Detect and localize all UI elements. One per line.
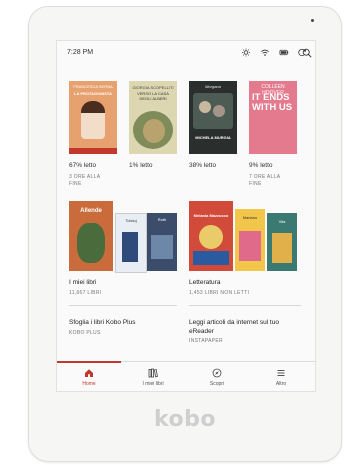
cover-author: Vita — [278, 219, 286, 224]
tab-label: I miei libri — [142, 381, 164, 387]
book-cover: Roth — [147, 213, 177, 271]
cover-author: Tolstoj — [125, 218, 137, 223]
promo-subtitle: INSTAPAPER — [189, 338, 223, 344]
book-cover: Melania Mazzucco — [189, 201, 233, 271]
cover-author: Morgana — [205, 84, 221, 89]
book-cover: Mariano — [235, 209, 265, 271]
status-bar: 7:28 PM — [57, 41, 315, 63]
tab-bar: Home I miei libri Scopri Altro — [57, 361, 315, 391]
divider — [69, 305, 177, 306]
reading-progress: 1% letto — [129, 162, 153, 169]
compass-icon — [212, 368, 222, 378]
collection-title: I miei libri — [69, 279, 97, 286]
ereader-device: 7:28 PM FRANCESCA SERNA LA PROTAGONISTA … — [28, 6, 342, 462]
wifi-icon[interactable] — [260, 48, 270, 57]
cover-author: Mariano — [242, 215, 258, 220]
cover-author: Roth — [157, 217, 167, 222]
book-cover: Vita — [267, 213, 297, 271]
cover-title: MICHELA MURGIA — [195, 135, 231, 140]
collection-title: Letteratura — [189, 279, 221, 286]
books-icon — [148, 368, 158, 378]
divider — [189, 305, 301, 306]
screen: 7:28 PM FRANCESCA SERNA LA PROTAGONISTA … — [56, 40, 316, 392]
book-cover[interactable]: GIORGIA SCOPELLITI VERSO LA CASA DEGLI A… — [129, 81, 177, 154]
book-cover[interactable]: FRANCESCA SERNA LA PROTAGONISTA — [69, 81, 117, 154]
promo-subtitle: KOBO PLUS — [69, 330, 101, 336]
book-cover[interactable]: COLLEEN HOOVER IT ENDS WITH US — [249, 81, 297, 154]
promo-title: Leggi articoli da internet sul tuo eRead… — [189, 319, 279, 335]
collection-count: 1,453 LIBRI NON LETTI — [189, 290, 250, 296]
cover-title: VERSO LA CASA DEGLI ALBERI — [137, 91, 169, 101]
tab-label: Home — [82, 381, 96, 387]
brightness-icon[interactable] — [241, 48, 251, 57]
tab-discover[interactable]: Scopri — [185, 362, 249, 391]
cover-author: Allende — [80, 208, 102, 214]
reading-progress: 67% letto — [69, 162, 97, 169]
search-icon[interactable] — [302, 48, 312, 58]
battery-icon[interactable] — [279, 48, 289, 57]
tab-label: Scopri — [209, 381, 225, 387]
home-icon — [85, 369, 93, 377]
reading-progress: 9% letto — [249, 162, 273, 169]
cover-title: LA PROTAGONISTA — [74, 91, 112, 96]
tab-home[interactable]: Home — [57, 361, 121, 391]
cover-author: Melania Mazzucco — [193, 213, 229, 218]
promo-title: Sfoglia i libri Kobo Plus — [69, 319, 136, 326]
book-cover: Tolstoj — [115, 213, 147, 273]
tab-my-books[interactable]: I miei libri — [121, 362, 185, 391]
book-cover: Allende — [69, 201, 113, 271]
menu-icon — [277, 370, 285, 376]
tab-more[interactable]: Altro — [249, 362, 313, 391]
cover-author: GIORGIA SCOPELLITI — [132, 85, 174, 90]
tab-label: Altro — [275, 381, 287, 387]
brand-logo: kobo — [153, 407, 217, 432]
cover-title: IT ENDS WITH US — [252, 92, 293, 113]
light-sensor — [311, 19, 314, 22]
collection-count: 11,667 LIBRI — [69, 290, 102, 296]
cover-author: FRANCESCA SERNA — [73, 84, 113, 89]
status-time: 7:28 PM — [67, 49, 94, 56]
time-left: 7 ORE ALLA FINE — [249, 174, 281, 187]
reading-progress: 38% letto — [189, 162, 217, 169]
time-left: 3 ORE ALLA FINE — [69, 174, 101, 187]
book-cover[interactable]: Morgana MICHELA MURGIA — [189, 81, 237, 154]
